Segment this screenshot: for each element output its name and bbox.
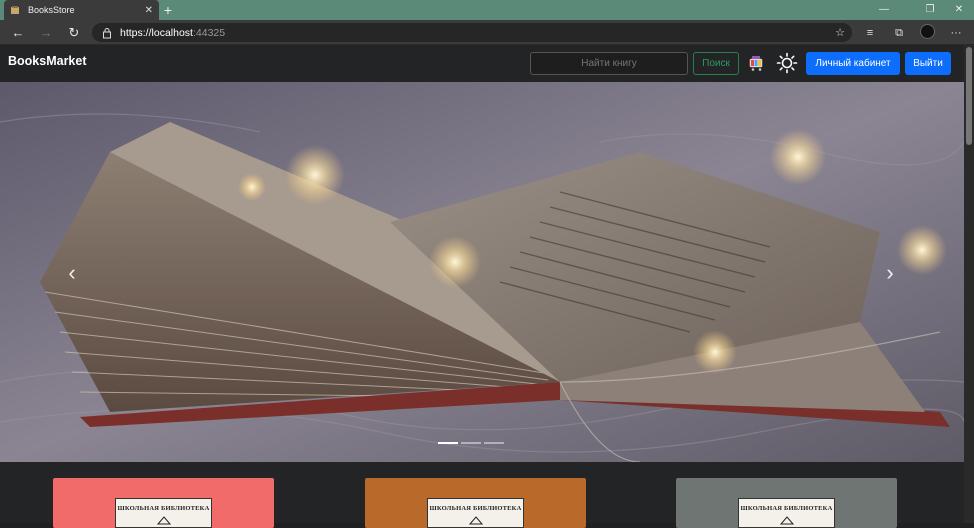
address-bar[interactable]: https://localhost:44325 [92,23,852,42]
lock-icon [103,27,111,38]
restore-icon[interactable]: ❐ [915,0,945,20]
open-book-image [0,82,964,462]
carousel-prev-icon[interactable]: ‹ [62,258,82,288]
search-button[interactable]: Поиск [693,52,739,75]
carousel-indicator[interactable] [461,442,481,444]
book-cover-label: ШКОЛЬНАЯ БИБЛИОТЕКА [115,498,212,528]
collections-icon[interactable]: ⧉ [889,23,909,43]
browser-tab[interactable]: BooksStore ✕ [4,0,159,20]
account-button[interactable]: Личный кабинет [806,52,900,75]
url-text: https://localhost [120,26,193,39]
close-window-icon[interactable]: ✕ [944,0,974,20]
book-cover-label: ШКОЛЬНАЯ БИБЛИОТЕКА [427,498,524,528]
browser-tab-strip: BooksStore ✕ + — ❐ ✕ [0,0,974,20]
book-emblem-icon [779,516,794,525]
new-tab-button[interactable]: + [161,1,175,19]
site-navbar: BooksMarket Поиск Личный кабинет Выйти [0,45,964,82]
book-card[interactable]: ШКОЛЬНАЯ БИБЛИОТЕКА [365,478,586,528]
scrollbar-thumb[interactable] [966,47,972,145]
more-menu-icon[interactable]: ··· [946,23,966,43]
carousel-indicator[interactable] [484,442,504,444]
book-series-label: ШКОЛЬНАЯ БИБЛИОТЕКА [117,505,210,512]
book-series-label: ШКОЛЬНАЯ БИБЛИОТЕКА [429,505,522,512]
url-port: :44325 [192,26,226,39]
carousel-indicator[interactable] [438,442,458,444]
tab-title: BooksStore [28,5,75,15]
favorite-star-icon[interactable]: ☆ [830,23,850,43]
carousel-indicators [438,442,504,444]
carousel-next-icon[interactable]: › [880,258,900,288]
book-card[interactable]: ШКОЛЬНАЯ БИБЛИОТЕКА [53,478,274,528]
page-scrollbar[interactable] [964,45,974,523]
profile-avatar[interactable] [920,24,935,39]
close-tab-icon[interactable]: ✕ [145,5,153,16]
book-card[interactable]: ШКОЛЬНАЯ БИБЛИОТЕКА [676,478,897,528]
search-input[interactable] [530,52,688,75]
favorites-list-icon[interactable]: ≡ [860,23,880,43]
back-arrow-icon[interactable]: ← [8,23,28,43]
theme-toggle-sun-icon[interactable] [776,52,798,74]
forward-arrow-icon[interactable]: → [36,23,56,43]
book-emblem-icon [156,516,171,525]
shopping-cart-icon[interactable] [746,53,766,73]
book-cover-label: ШКОЛЬНАЯ БИБЛИОТЕКА [738,498,835,528]
brand-logo[interactable]: BooksMarket [8,54,87,68]
browser-toolbar: ← → ↻ https://localhost:44325 ☆ ≡ ⧉ ··· [0,20,974,45]
book-emblem-icon [468,516,483,525]
logout-button[interactable]: Выйти [905,52,951,75]
refresh-icon[interactable]: ↻ [64,23,84,43]
hero-carousel: ‹ › [0,82,964,462]
minimize-icon[interactable]: — [869,0,899,20]
book-favicon-icon [11,6,19,14]
book-list: ШКОЛЬНАЯ БИБЛИОТЕКА ШКОЛЬНАЯ БИБЛИОТЕКА … [0,462,964,528]
book-series-label: ШКОЛЬНАЯ БИБЛИОТЕКА [740,505,833,512]
